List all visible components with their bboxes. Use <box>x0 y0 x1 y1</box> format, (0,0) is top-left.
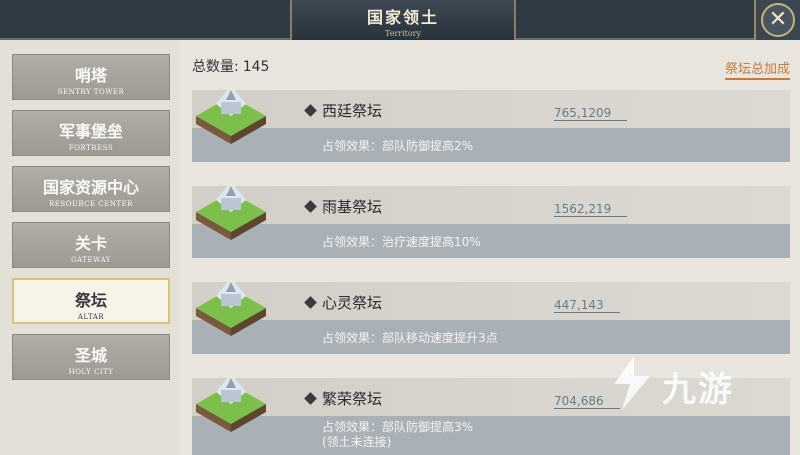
card-effect-bar <box>192 128 790 162</box>
sidebar-item-label: 祭坛 <box>74 291 107 310</box>
total-count-value: 145 <box>242 59 270 75</box>
sidebar-item-altar[interactable]: 祭坛 ALTAR <box>12 278 170 324</box>
card-name: 雨基祭坛 <box>322 198 383 216</box>
altar-tile-icon <box>196 86 266 144</box>
watermark-text: 九游 <box>662 370 734 410</box>
sidebar-item-sublabel: FORTRESS <box>68 144 114 152</box>
close-icon[interactable]: ✕ <box>761 3 795 37</box>
card-coordinates[interactable]: 447,143 <box>554 298 620 313</box>
card-coordinates[interactable]: 765,1209 <box>554 106 628 121</box>
territory-card[interactable]: 西廷祭坛 765,1209 占领效果：部队防御提高2% <box>192 86 790 164</box>
sidebar-item-label: 关卡 <box>74 234 107 253</box>
watermark-icon <box>614 356 650 410</box>
total-count-label: 总数量: <box>192 59 239 75</box>
card-effect-bar <box>192 224 790 258</box>
altar-tile-icon <box>196 374 266 432</box>
sidebar-item-holy-city[interactable]: 圣城 HOLY CITY <box>12 334 170 380</box>
card-header <box>192 90 790 130</box>
sidebar-item-sublabel: GATEWAY <box>71 256 111 264</box>
card-name: 繁荣祭坛 <box>322 390 383 408</box>
card-effect-bar <box>192 416 790 455</box>
sidebar-item-sublabel: RESOURCE CENTER <box>49 200 133 208</box>
sidebar-item-sublabel: SENTRY TOWER <box>57 88 125 96</box>
sidebar-item-label: 哨塔 <box>74 66 107 85</box>
card-effect: 占领效果：治疗速度提高10% <box>322 235 481 249</box>
card-header <box>192 186 790 226</box>
sidebar-item-gateway[interactable]: 关卡 GATEWAY <box>12 222 170 268</box>
card-coordinates[interactable]: 1562,219 <box>554 202 628 217</box>
card-name: 心灵祭坛 <box>322 294 383 312</box>
territory-card[interactable]: 雨基祭坛 1562,219 占领效果：治疗速度提高10% <box>192 182 790 260</box>
page-title: 国家领土 <box>366 8 439 27</box>
title-plate: 国家领土 Territory <box>290 0 516 40</box>
sidebar-item-label: 国家资源中心 <box>42 178 139 197</box>
territory-card[interactable]: 心灵祭坛 447,143 占领效果：部队移动速度提升3点 <box>192 278 790 356</box>
card-header <box>192 282 790 322</box>
sidebar-item-resource-center[interactable]: 国家资源中心 RESOURCE CENTER <box>12 166 170 212</box>
sidebar-item-sublabel: ALTAR <box>77 313 105 321</box>
sidebar-item-sentry-tower[interactable]: 哨塔 SENTRY TOWER <box>12 54 170 100</box>
watermark-logo: 九游 <box>604 350 774 420</box>
sidebar-item-sublabel: HOLY CITY <box>68 368 114 376</box>
top-header: 国家领土 Territory ✕ <box>0 0 800 40</box>
sidebar-item-fortress[interactable]: 军事堡垒 FORTRESS <box>12 110 170 156</box>
close-button[interactable]: ✕ <box>754 0 800 40</box>
sidebar-item-label: 军事堡垒 <box>58 122 123 141</box>
altar-total-bonus-link[interactable]: 祭坛总加成 <box>724 58 790 80</box>
card-name: 西廷祭坛 <box>322 102 383 120</box>
category-sidebar: 哨塔 SENTRY TOWER 军事堡垒 FORTRESS 国家资源中心 RES… <box>0 40 180 455</box>
altar-tile-icon <box>196 182 266 240</box>
altar-tile-icon <box>196 278 266 336</box>
card-note: (领土未连接) <box>322 435 392 449</box>
card-effect: 占领效果：部队防御提高2% <box>322 139 474 153</box>
page-subtitle: Territory <box>384 29 422 38</box>
sidebar-item-label: 圣城 <box>74 346 107 365</box>
card-effect: 占领效果：部队移动速度提升3点 <box>322 331 498 345</box>
total-count: 总数量: 145 <box>192 56 269 76</box>
